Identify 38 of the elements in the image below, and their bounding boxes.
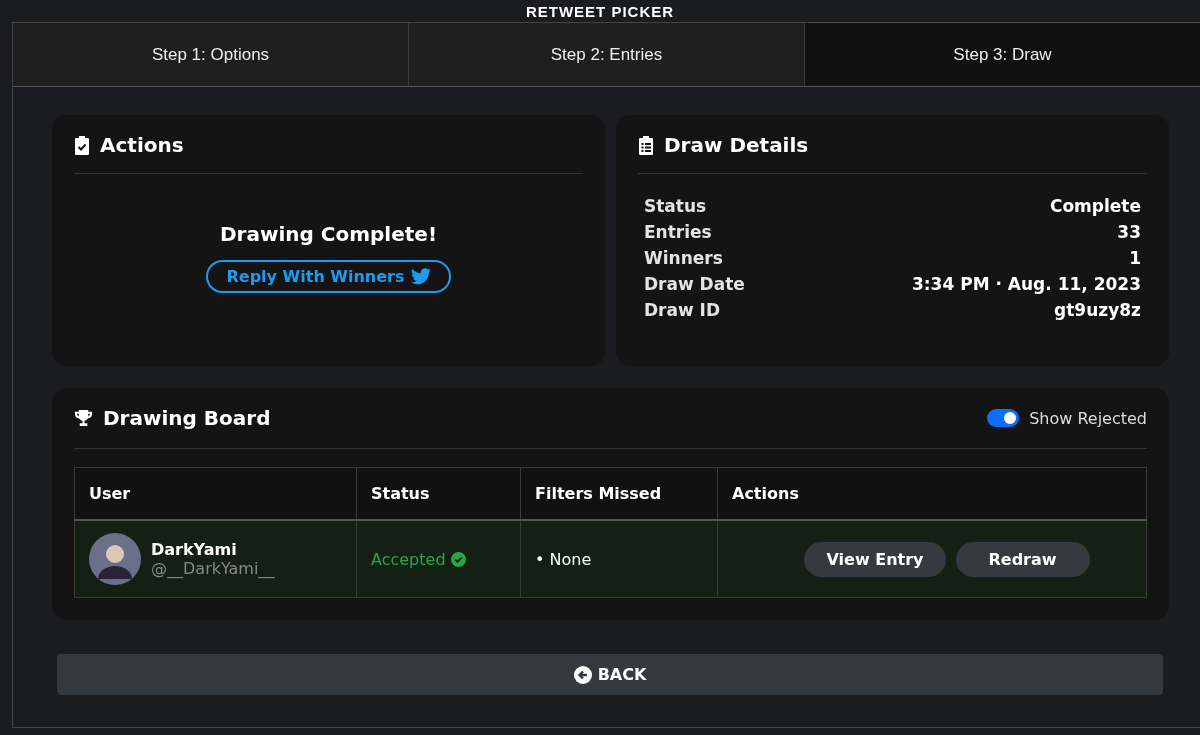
avatar-icon [89,533,141,585]
column-header: User [74,467,357,520]
column-header: Filters Missed [520,467,718,520]
bird-icon [410,268,431,285]
step-tab[interactable]: Step 1: Options [13,23,409,86]
step-tab[interactable]: Step 2: Entries [409,23,805,86]
toggle-switch[interactable] [987,409,1020,427]
card-title: Drawing Board [103,406,271,430]
step-tab[interactable]: Step 3: Draw [805,23,1200,86]
user-handle: @__DarkYami__ [151,559,275,578]
detail-label: Entries [644,222,712,242]
trophy-icon [74,408,93,428]
detail-value: 33 [1117,222,1141,242]
clipboard-list-icon [638,135,654,155]
column-header: Status [356,467,521,520]
entry-action-button[interactable]: View Entry [804,541,946,577]
card-title: Draw Details [664,133,809,157]
reply-with-winners-button[interactable]: Reply With Winners [206,260,451,293]
entry-action-button[interactable]: Redraw [955,541,1090,577]
detail-label: Status [644,196,707,216]
entry-status: Accepted [371,549,446,569]
clipboard-check-icon [74,135,90,155]
check-circle-icon [450,551,466,567]
detail-label: Draw Date [644,274,745,294]
detail-value: Complete [1049,196,1141,216]
completion-message: Drawing Complete! [219,222,438,246]
card-title: Actions [100,133,184,157]
detail-value: 3:34 PM · Aug. 11, 2023 [911,274,1141,294]
detail-label: Draw ID [644,300,721,320]
detail-value: gt9uzy8z [1054,300,1141,320]
detail-label: Winners [644,248,723,268]
filters-missed: • None [535,549,592,569]
back-button[interactable]: BACK [57,654,1163,695]
app-title: RETWEET PICKER [525,2,675,20]
detail-value: 1 [1129,248,1141,268]
user-name: DarkYami [151,540,238,559]
column-header: Actions [717,467,1147,520]
toggle-label: Show Rejected [1029,408,1147,428]
